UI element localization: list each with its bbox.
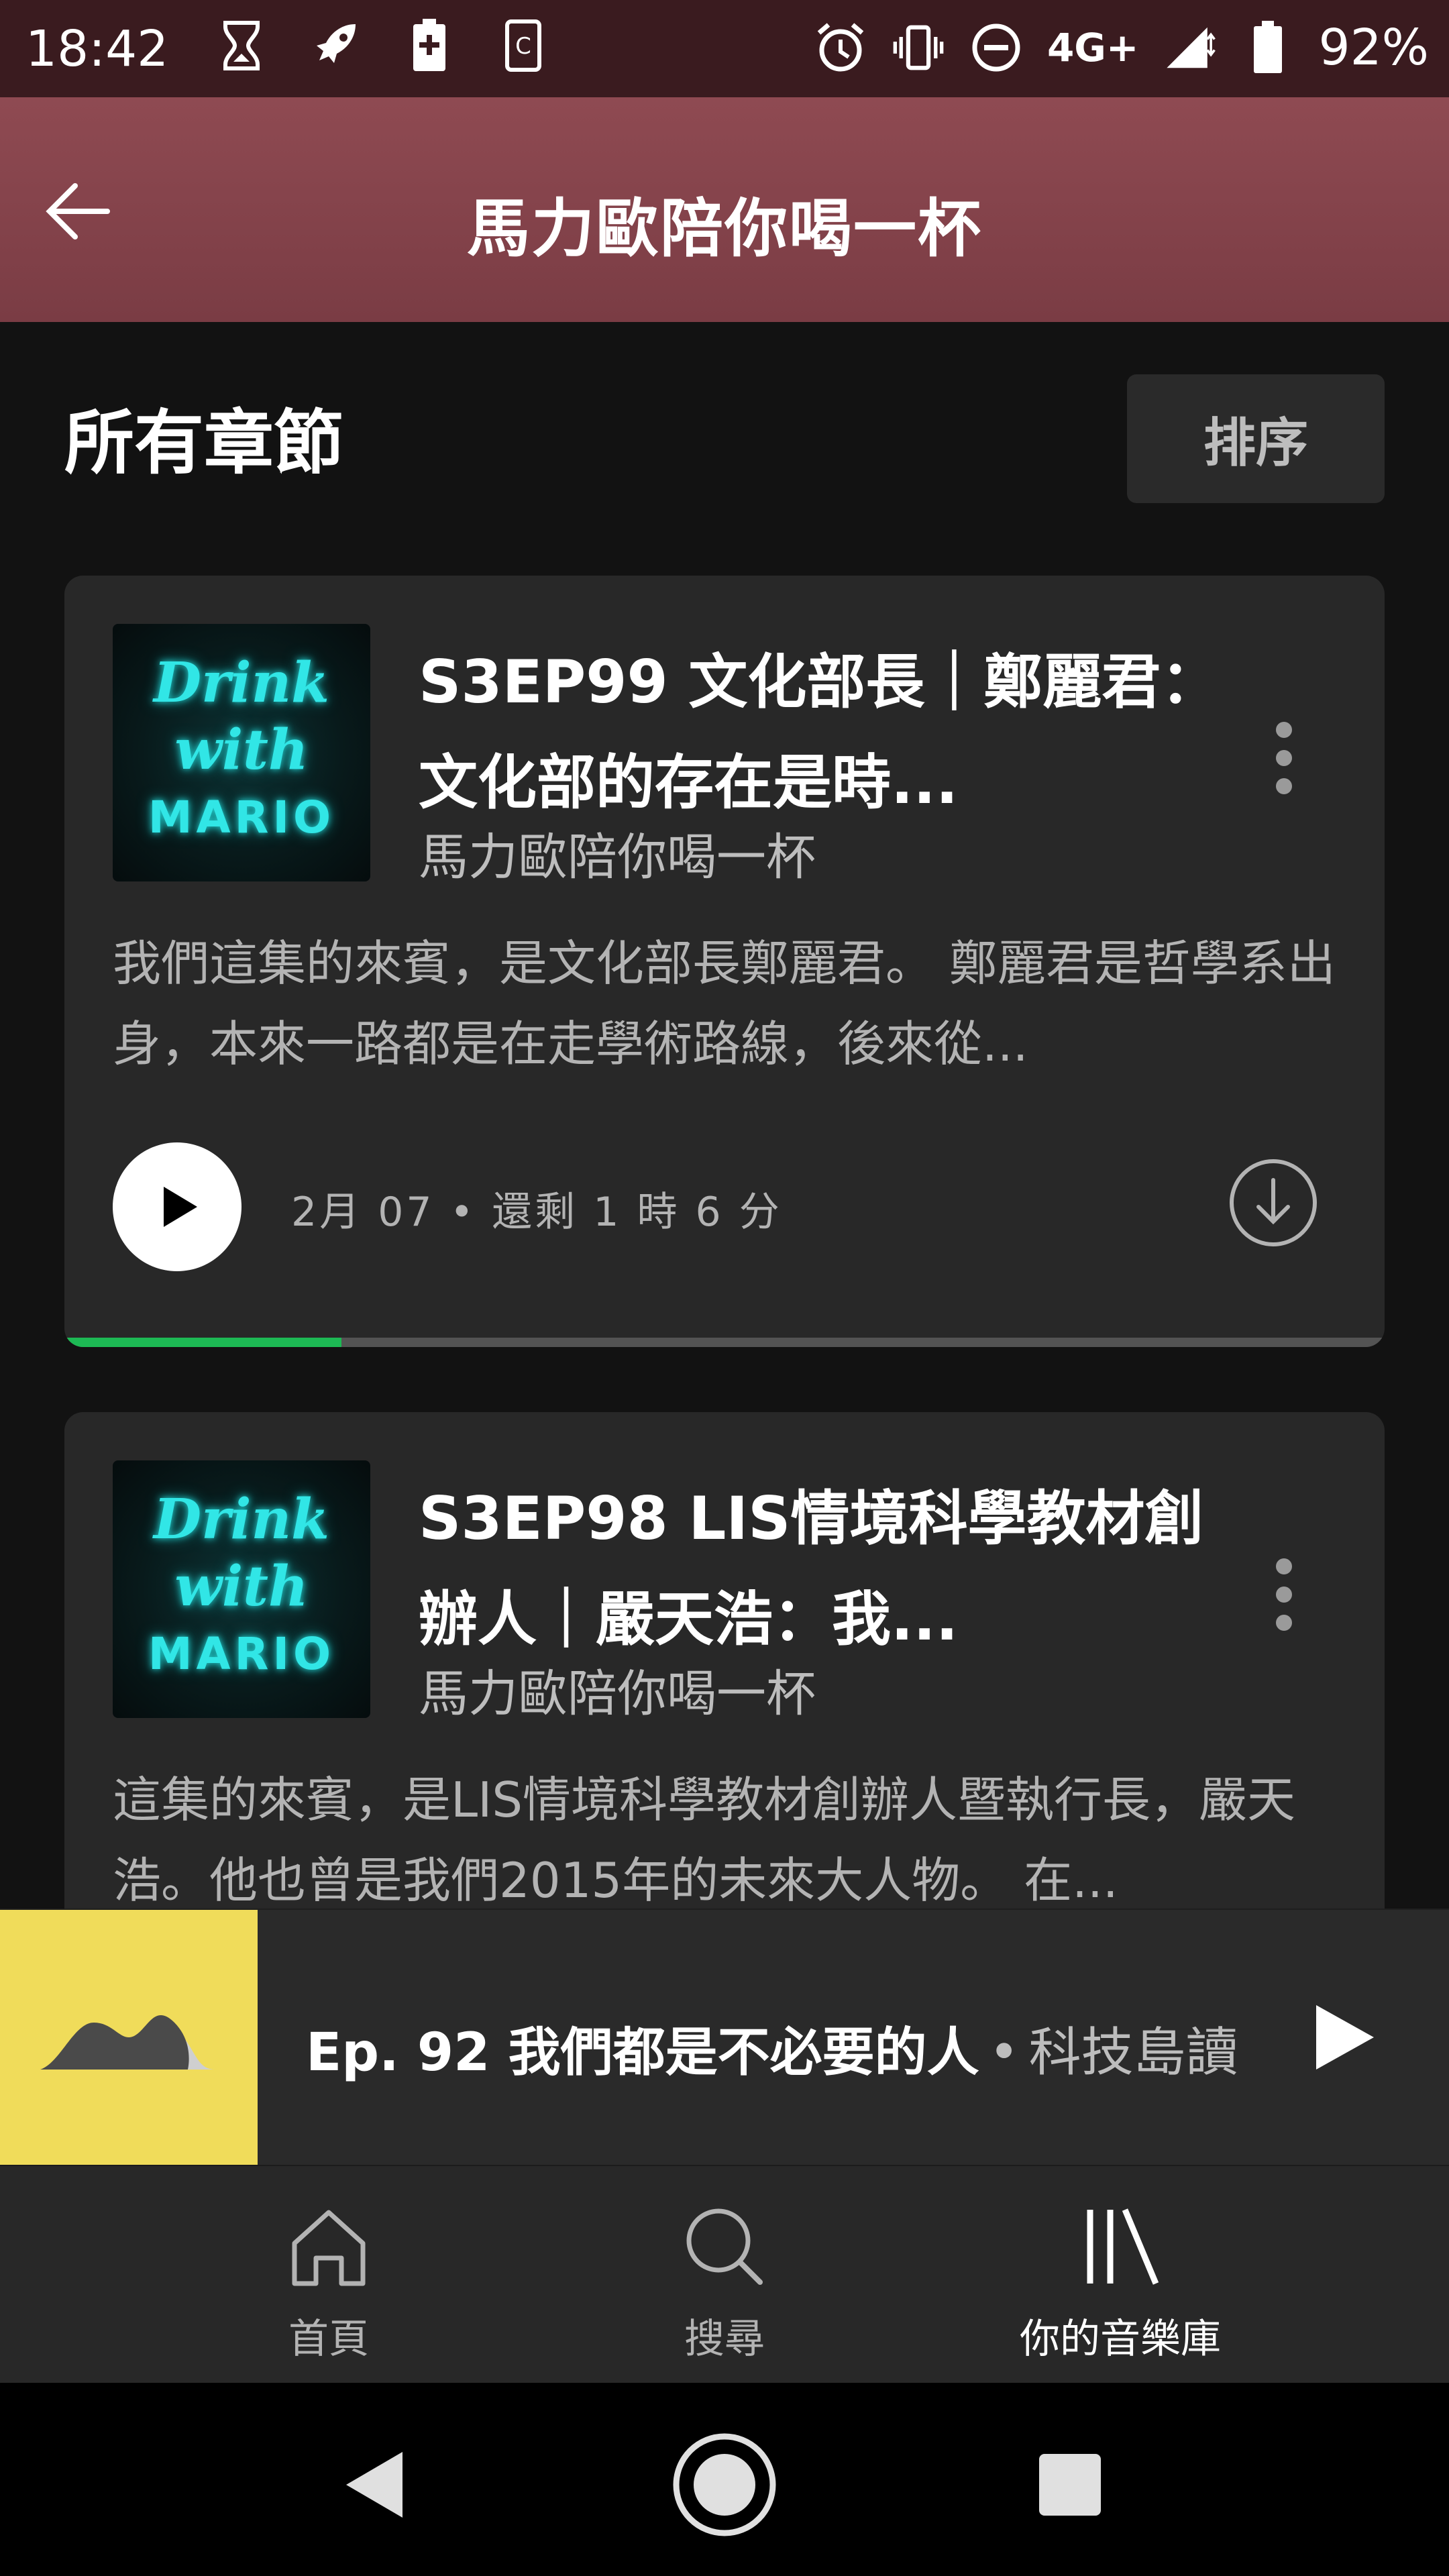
podcast-header: 馬力歐陪你喝一杯 xyxy=(0,97,1449,322)
bottom-nav: 首頁 搜尋 你的音樂庫 xyxy=(0,2165,1449,2384)
now-playing-text[interactable]: Ep. 92 我們都是不必要的人 • 科技島讀 xyxy=(306,2010,1238,2086)
episode-list[interactable]: 所有章節 排序 Drink with MARIO S3EP99 文化部長｜鄭麗君… xyxy=(0,322,1449,1909)
episode-description: 我們這集的來賓，是文化部長鄭麗君。 鄭麗君是哲學系出身，本來一路都是在走學術路線… xyxy=(113,935,1336,1072)
mini-play-button[interactable] xyxy=(1301,1997,1382,2078)
signal-icon xyxy=(1163,21,1217,74)
system-home-button[interactable] xyxy=(671,2431,778,2538)
episode-title[interactable]: S3EP99 文化部長｜鄭麗君：文化部的存在是時... xyxy=(419,632,1237,833)
now-playing-show: 科技島讀 xyxy=(1028,2023,1238,2083)
episode-show-name: 馬力歐陪你喝一杯 xyxy=(419,1665,816,1723)
hourglass-icon xyxy=(215,19,268,72)
nav-home[interactable]: 首頁 xyxy=(161,2203,496,2365)
play-icon xyxy=(1316,2005,1374,2070)
download-button[interactable] xyxy=(1226,1156,1320,1250)
nav-library[interactable]: 你的音樂庫 xyxy=(953,2203,1288,2365)
more-options-button[interactable] xyxy=(1264,710,1304,810)
battery-percent: 92% xyxy=(1318,19,1429,76)
episode-card[interactable]: Drink with MARIO S3EP98 LIS情境科學教材創辦人｜嚴天浩… xyxy=(64,1412,1385,1909)
triangle-back-icon xyxy=(346,2452,402,2518)
system-back-button[interactable] xyxy=(322,2431,429,2538)
episode-cover-art: Drink with MARIO xyxy=(113,1460,370,1718)
download-icon xyxy=(1230,1159,1317,1246)
library-icon xyxy=(1087,2208,1159,2285)
system-recents-button[interactable] xyxy=(1016,2431,1124,2538)
episode-show-name: 馬力歐陪你喝一杯 xyxy=(419,828,816,886)
episode-description: 這集的來賓，是LIS情境科學教材創辦人暨執行長，嚴天浩。他也曾是我們2015年的… xyxy=(113,1772,1296,1909)
episode-progress xyxy=(64,1338,1385,1347)
now-playing-title: Ep. 92 我們都是不必要的人 xyxy=(306,2023,979,2083)
sort-button[interactable]: 排序 xyxy=(1127,374,1385,503)
section-title: 所有章節 xyxy=(64,402,344,484)
episode-cover-art: Drink with MARIO xyxy=(113,624,370,881)
circle-home-icon xyxy=(673,2433,776,2536)
square-recents-icon xyxy=(1039,2454,1101,2516)
play-button[interactable] xyxy=(113,1142,241,1271)
home-icon xyxy=(292,2210,366,2286)
episode-meta: 2月 07 • 還剩 1 時 6 分 xyxy=(291,1189,782,1236)
rocket-icon xyxy=(309,19,362,72)
mini-player[interactable]: Ep. 92 我們都是不必要的人 • 科技島讀 xyxy=(0,1909,1449,2166)
app-notification-icon: C xyxy=(496,19,550,72)
status-bar: 18:42 C 4G+ 92% xyxy=(0,0,1449,97)
page-title: 馬力歐陪你喝一杯 xyxy=(466,193,982,266)
episode-title[interactable]: S3EP98 LIS情境科學教材創辦人｜嚴天浩：我... xyxy=(419,1468,1237,1670)
svg-text:C: C xyxy=(515,33,531,60)
vibrate-icon xyxy=(892,21,945,74)
progress-fill xyxy=(64,1338,342,1347)
nav-search-label: 搜尋 xyxy=(684,2316,765,2363)
network-type: 4G+ xyxy=(1046,25,1139,70)
battery-icon xyxy=(1241,21,1295,74)
alarm-icon xyxy=(814,21,867,74)
mini-player-cover xyxy=(0,1910,258,2166)
do-not-disturb-icon xyxy=(969,21,1023,74)
nav-search[interactable]: 搜尋 xyxy=(557,2203,892,2365)
nav-library-label: 你的音樂庫 xyxy=(1020,2316,1221,2363)
battery-charging-icon xyxy=(402,19,456,72)
search-icon xyxy=(686,2208,763,2285)
episode-card[interactable]: Drink with MARIO S3EP99 文化部長｜鄭麗君：文化部的存在是… xyxy=(64,576,1385,1347)
system-nav-bar xyxy=(0,2383,1449,2576)
play-icon xyxy=(164,1187,197,1227)
status-time: 18:42 xyxy=(25,20,169,78)
nav-home-label: 首頁 xyxy=(288,2316,369,2363)
more-options-button[interactable] xyxy=(1264,1546,1304,1647)
